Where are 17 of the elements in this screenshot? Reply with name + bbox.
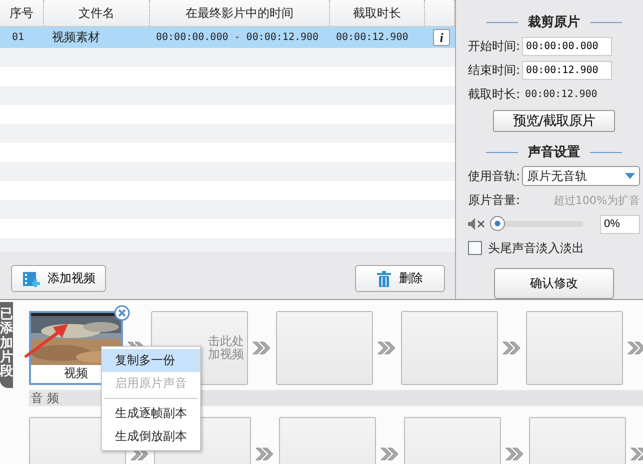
clip-label: 视频 <box>63 365 89 381</box>
field-label: 截取时长: <box>468 86 520 102</box>
volume-hint: 超过100%为扩音 <box>554 192 640 208</box>
table-cell-text: 00:00:00.000 - 00:00:12.900 <box>155 32 320 43</box>
duration-value: 00:00:12.900 <box>525 88 598 100</box>
field-label: 使用音轨: <box>468 168 520 184</box>
table-cell-text: 01 <box>11 32 26 43</box>
field-label: 原片音量: <box>468 192 520 208</box>
table-cell-text: 00:00:12.900 <box>335 32 410 43</box>
checkbox-label: 头尾声音淡入淡出 <box>488 240 584 256</box>
section-title: 声音设置 <box>528 144 580 161</box>
slot-hint: 击此处 <box>208 335 244 348</box>
field-label: 开始时间: <box>468 38 520 54</box>
table-cell-text: 视频素材 <box>51 29 101 46</box>
section-title: 裁剪原片 <box>528 14 580 31</box>
field-label: 结束时间: <box>468 62 520 78</box>
slot-hint: 加视频 <box>208 348 244 361</box>
